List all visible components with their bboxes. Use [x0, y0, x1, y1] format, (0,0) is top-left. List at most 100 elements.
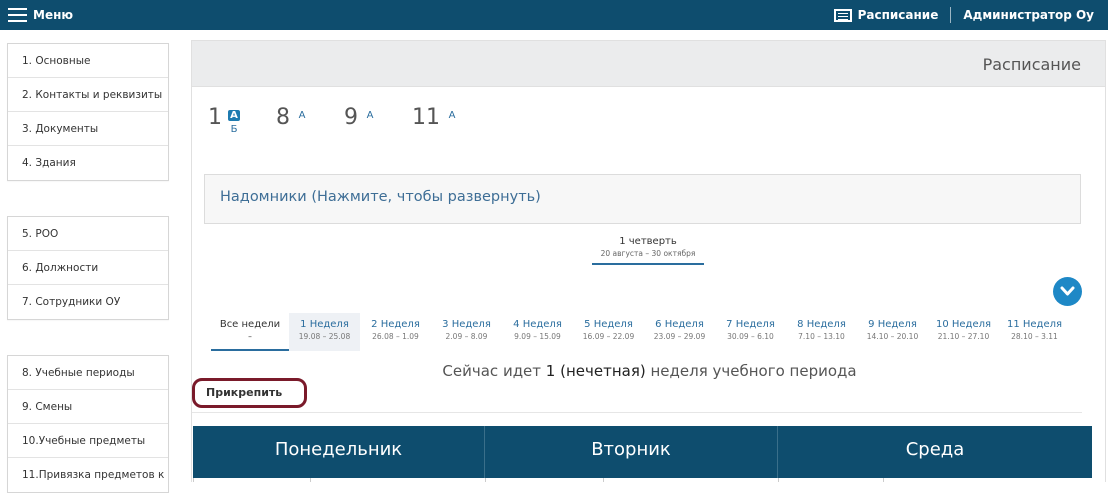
- collapse-button[interactable]: [1053, 277, 1082, 306]
- week-dates: 30.09 – 6.10: [727, 332, 774, 341]
- sidebar-item-contacts[interactable]: 2. Контакты и реквизиты: [8, 78, 168, 112]
- current-week-number: 1: [545, 362, 556, 380]
- day-header-tuesday: Вторник: [485, 426, 778, 478]
- table-row: [193, 478, 1092, 482]
- week-dates: 19.08 – 25.08: [298, 332, 351, 341]
- day-header-monday: Понедельник: [193, 426, 485, 478]
- cell-divider: [485, 478, 486, 482]
- sidebar-item-positions[interactable]: 6. Должности: [8, 251, 168, 285]
- chevron-down-icon: [1060, 286, 1075, 296]
- class-letter[interactable]: Б: [228, 124, 240, 135]
- homeschool-expander[interactable]: Надомники (Нажмите, чтобы развернуть): [204, 174, 1081, 224]
- sidebar-item-staff[interactable]: 7. Сотрудники ОУ: [8, 285, 168, 319]
- top-bar: Меню Расписание Администратор Оу: [0, 0, 1108, 30]
- quarter-active-underline: [592, 263, 704, 265]
- main-panel: Расписание 1 А Б 8 А 9 А 11 А Надомники …: [191, 40, 1106, 482]
- menu-label: Меню: [33, 8, 74, 22]
- sidebar-item-subject-binding[interactable]: 11.Привязка предметов к: [8, 458, 168, 492]
- week-name: 4 Неделя: [513, 319, 562, 330]
- tab-week-1[interactable]: 1 Неделя 19.08 – 25.08: [289, 313, 360, 351]
- sidebar-item-subjects[interactable]: 10.Учебные предметы: [8, 424, 168, 458]
- tab-all-weeks[interactable]: Все недели –: [211, 313, 289, 351]
- tab-quarter-1[interactable]: 1 четверть 20 августа – 30 октября: [592, 236, 704, 265]
- cell-divider: [310, 478, 311, 482]
- tab-week-8[interactable]: 8 Неделя 7.10 – 13.10: [786, 313, 857, 351]
- class-number[interactable]: 9: [344, 107, 358, 129]
- sidebar-item-shifts[interactable]: 9. Смены: [8, 390, 168, 424]
- class-11: 11 А: [412, 107, 458, 135]
- class-letter[interactable]: А: [364, 110, 376, 121]
- sidebar-item-roo[interactable]: 5. РОО: [8, 217, 168, 251]
- class-number[interactable]: 11: [412, 107, 440, 129]
- current-week-suffix: неделя учебного периода: [645, 362, 857, 380]
- schedule-link-label: Расписание: [857, 8, 939, 22]
- panel-header: Расписание: [192, 41, 1105, 87]
- top-right-nav: Расписание Администратор Оу: [833, 6, 1094, 24]
- week-dates: 14.10 – 20.10: [866, 332, 919, 341]
- class-number[interactable]: 8: [276, 107, 290, 129]
- class-8: 8 А: [276, 107, 308, 135]
- page-title: Расписание: [982, 55, 1081, 74]
- tab-week-3[interactable]: 3 Неделя 2.09 – 8.09: [431, 313, 502, 351]
- class-9: 9 А: [344, 107, 376, 135]
- cell-divider: [883, 478, 884, 482]
- tab-week-2[interactable]: 2 Неделя 26.08 – 1.09: [360, 313, 431, 351]
- class-letter-active[interactable]: А: [228, 110, 240, 121]
- divider: [192, 412, 1082, 413]
- cell-divider: [778, 478, 779, 482]
- tab-week-5[interactable]: 5 Неделя 16.09 – 22.09: [573, 313, 644, 351]
- week-dates: 9.09 – 15.09: [514, 332, 561, 341]
- week-name: 8 Неделя: [797, 319, 846, 330]
- week-name: 6 Неделя: [655, 319, 704, 330]
- week-dates: 28.10 – 3.11: [1011, 332, 1058, 341]
- sidebar-group-3: 8. Учебные периоды 9. Смены 10.Учебные п…: [7, 355, 169, 493]
- sidebar-item-documents[interactable]: 3. Документы: [8, 112, 168, 146]
- current-week-prefix: Сейчас идет: [442, 362, 546, 380]
- week-dates: 16.09 – 22.09: [582, 332, 635, 341]
- week-dates: 26.08 – 1.09: [372, 332, 419, 341]
- tab-week-9[interactable]: 9 Неделя 14.10 – 20.10: [857, 313, 928, 351]
- current-week-parity: (нечетная): [560, 362, 646, 380]
- week-name: 2 Неделя: [371, 319, 420, 330]
- week-tabs: Все недели – 1 Неделя 19.08 – 25.08 2 Не…: [211, 313, 1070, 351]
- week-tab-active-underline: [211, 349, 289, 351]
- tab-week-6[interactable]: 6 Неделя 23.09 – 29.09: [644, 313, 715, 351]
- schedule-icon: [833, 8, 852, 22]
- week-dates: 21.10 – 27.10: [937, 332, 990, 341]
- tab-week-4[interactable]: 4 Неделя 9.09 – 15.09: [502, 313, 573, 351]
- week-name: Все недели: [219, 319, 281, 330]
- pin-button[interactable]: Прикрепить: [192, 378, 307, 408]
- week-name: 1 Неделя: [300, 319, 349, 330]
- tab-week-11[interactable]: 11 Неделя 28.10 – 3.11: [999, 313, 1070, 351]
- week-name: 9 Неделя: [868, 319, 917, 330]
- sidebar-item-study-periods[interactable]: 8. Учебные периоды: [8, 356, 168, 390]
- sidebar-item-buildings[interactable]: 4. Здания: [8, 146, 168, 180]
- top-separator: [950, 7, 952, 23]
- class-1: 1 А Б: [208, 107, 240, 135]
- sidebar-item-basics[interactable]: 1. Основные: [8, 44, 168, 78]
- week-name: 5 Неделя: [584, 319, 633, 330]
- day-header-wednesday: Среда: [778, 426, 1092, 478]
- schedule-table: Понедельник Вторник Среда: [193, 426, 1092, 482]
- sidebar-group-2: 5. РОО 6. Должности 7. Сотрудники ОУ: [7, 216, 169, 320]
- class-letter[interactable]: А: [446, 110, 458, 121]
- quarter-title: 1 четверть: [619, 236, 677, 247]
- class-letter[interactable]: А: [296, 110, 308, 121]
- class-number[interactable]: 1: [208, 107, 222, 129]
- week-name: 7 Неделя: [726, 319, 775, 330]
- schedule-link[interactable]: Расписание: [833, 8, 939, 22]
- week-name: 11 Неделя: [1006, 319, 1063, 330]
- week-dates: 7.10 – 13.10: [798, 332, 845, 341]
- homeschool-label: Надомники (Нажмите, чтобы развернуть): [220, 189, 541, 205]
- quarter-dates: 20 августа – 30 октября: [600, 249, 696, 258]
- tab-week-7[interactable]: 7 Неделя 30.09 – 6.10: [715, 313, 786, 351]
- current-week-status: Сейчас идет 1 (нечетная) неделя учебного…: [192, 362, 1105, 380]
- menu-button[interactable]: Меню: [8, 6, 73, 24]
- week-name: 10 Неделя: [935, 319, 992, 330]
- hamburger-icon: [8, 8, 27, 22]
- cell-divider: [603, 478, 604, 482]
- week-dates: 23.09 – 29.09: [653, 332, 706, 341]
- week-name: 3 Неделя: [442, 319, 491, 330]
- tab-week-10[interactable]: 10 Неделя 21.10 – 27.10: [928, 313, 999, 351]
- user-menu[interactable]: Администратор Оу: [963, 8, 1094, 22]
